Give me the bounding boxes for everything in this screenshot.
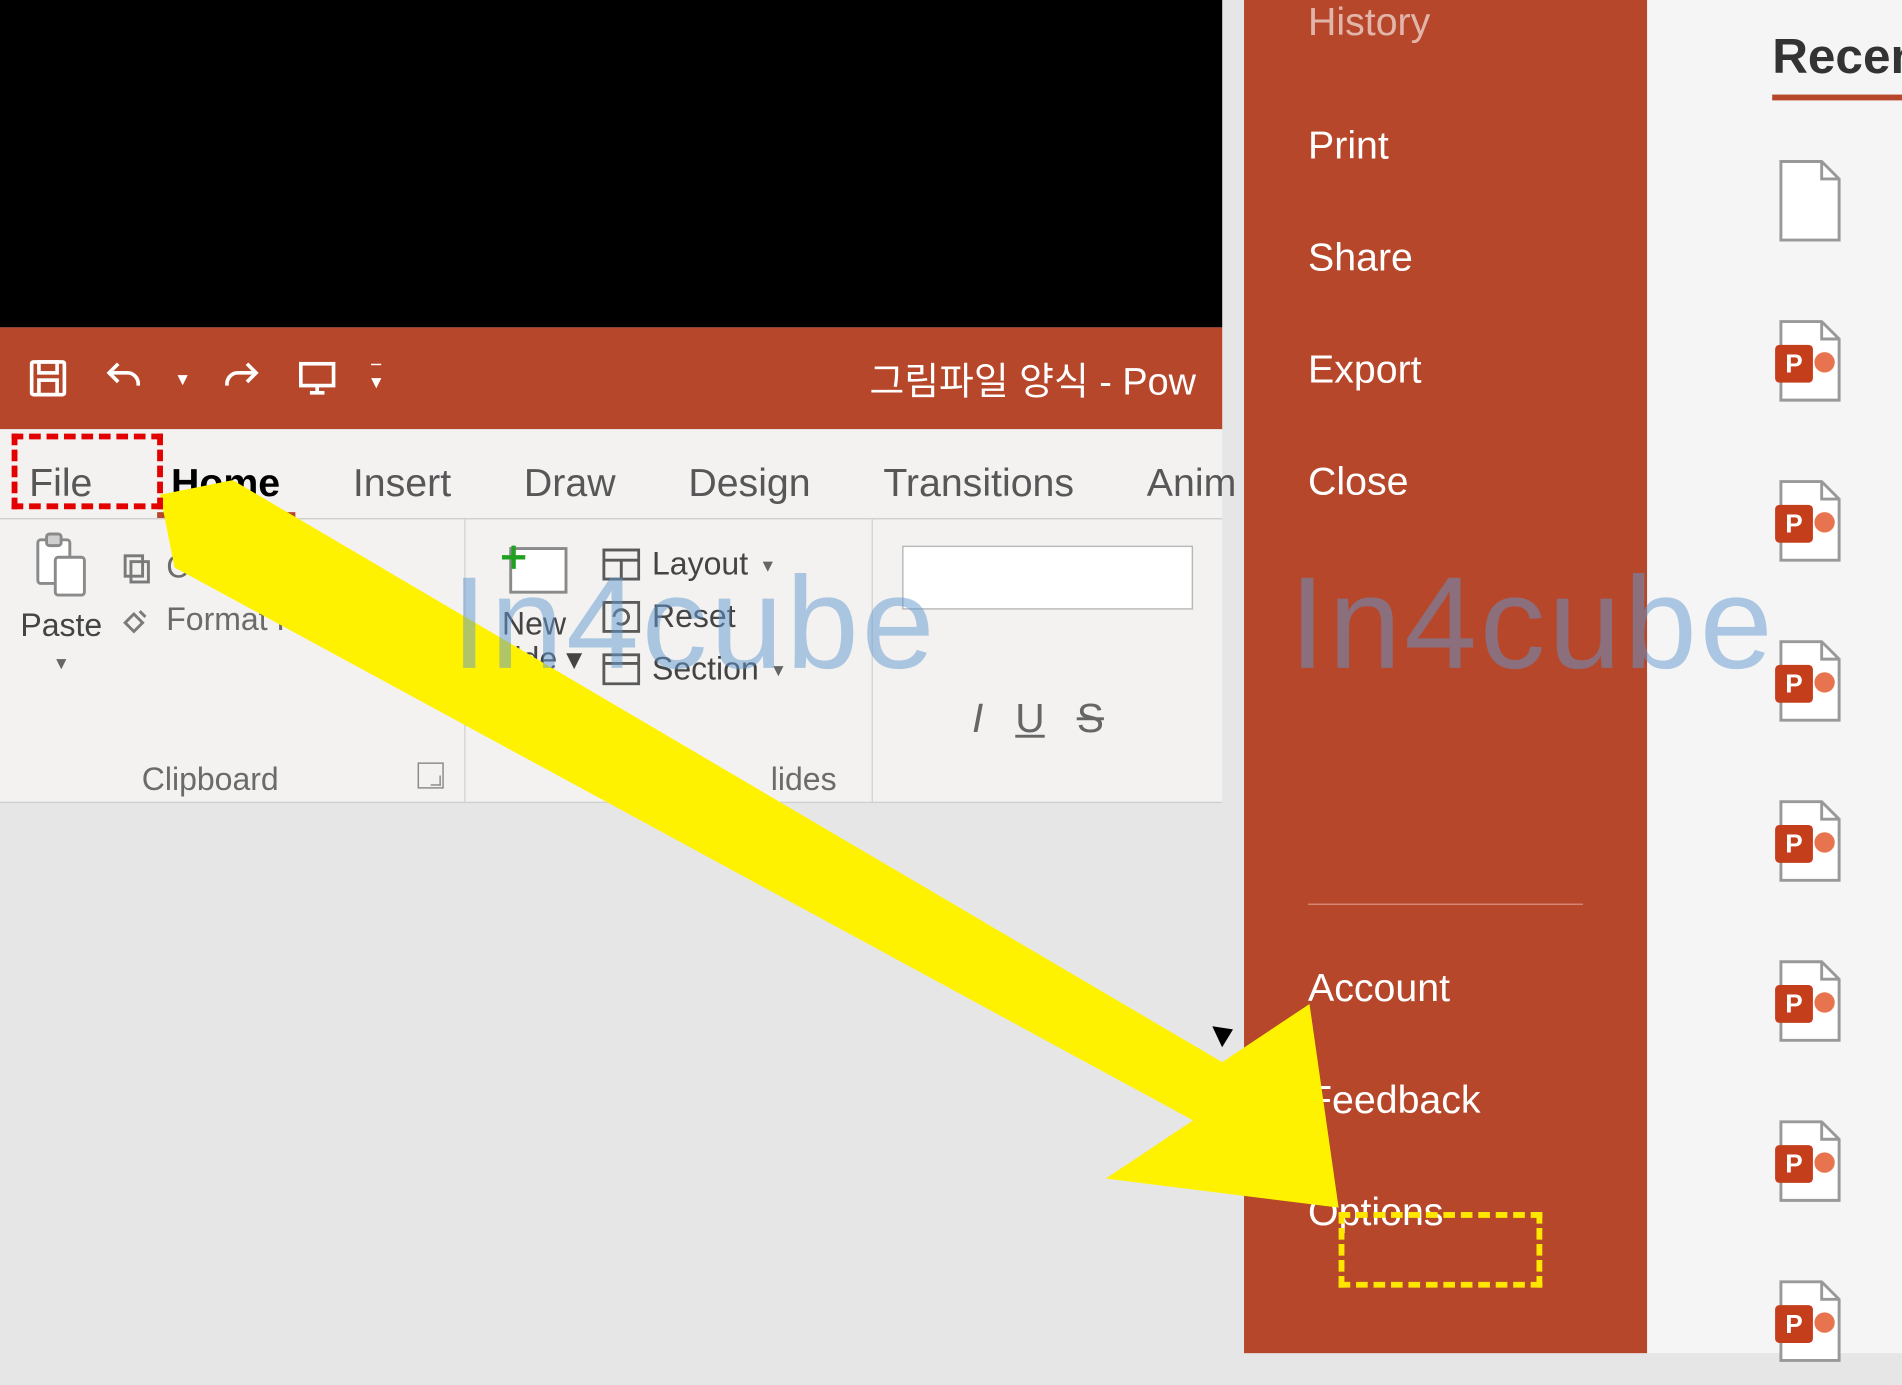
recent-panel: Recent P P P P P P P [1647,0,1902,1353]
dark-header-region [0,0,1222,327]
group-slides: NewSlide ▾ Layout▾ Reset Section▾ [466,519,873,801]
font-name-input[interactable] [902,546,1193,610]
qat-customize-icon[interactable]: ▾ [371,363,381,394]
svg-text:P: P [1785,989,1802,1019]
recent-pptx-icon[interactable]: P [1772,319,1845,403]
ribbon-home: Paste ▾ Cop Format Pai Clipboard [0,519,1222,803]
svg-text:P: P [1785,669,1802,699]
svg-text:P: P [1785,829,1802,859]
undo-icon[interactable] [102,356,146,400]
underline-button[interactable]: U [1015,695,1044,742]
backstage-feedback[interactable]: Feedback [1244,1058,1647,1144]
tab-file[interactable]: File [9,450,113,518]
section-button[interactable]: Section▾ [603,650,784,688]
italic-button[interactable]: I [972,695,983,742]
format-painter-button[interactable]: Format Pai [120,601,323,639]
recent-heading: Recent [1772,29,1902,100]
svg-text:P: P [1785,348,1802,378]
recent-pptx-icon[interactable]: P [1772,639,1845,723]
svg-text:P: P [1785,1309,1802,1339]
strikethrough-button[interactable]: S [1077,695,1104,742]
quick-access-toolbar: ▾ ▾ 그림파일 양식 - Pow [0,327,1222,429]
reset-button[interactable]: Reset [603,598,784,636]
tab-design[interactable]: Design [674,447,825,518]
recent-pptx-icon[interactable]: P [1772,959,1845,1043]
reset-label: Reset [652,598,736,636]
new-slide-label-1: New [502,605,566,641]
svg-text:P: P [1785,509,1802,539]
redo-icon[interactable] [220,356,264,400]
copy-button[interactable]: Cop [120,549,323,587]
recent-pptx-icon[interactable]: P [1772,799,1845,883]
section-label: Section [652,650,759,688]
backstage-account[interactable]: Account [1244,946,1647,1032]
tab-insert[interactable]: Insert [338,447,465,518]
recent-pptx-icon[interactable]: P [1772,479,1845,563]
paste-button[interactable]: Paste ▾ [20,531,102,675]
layout-label: Layout [652,546,748,584]
backstage-options[interactable]: Options [1244,1170,1647,1256]
tab-draw[interactable]: Draw [509,447,630,518]
copy-label: Cop [166,549,225,587]
slide-canvas-area [0,803,1244,1385]
paste-dropdown-icon[interactable]: ▾ [56,650,66,675]
recent-pptx-icon[interactable]: P [1772,1119,1845,1203]
backstage-close[interactable]: Close [1244,439,1647,525]
new-slide-label-2: Slide [486,640,557,676]
clipboard-group-label: Clipboard [20,752,400,799]
tab-animations[interactable]: Anim [1132,447,1251,518]
clipboard-launcher-icon[interactable] [418,762,444,788]
new-slide-button[interactable]: NewSlide ▾ [486,531,582,688]
group-clipboard: Paste ▾ Cop Format Pai Clipboard [0,519,466,801]
ribbon-tabs: File Home Insert Draw Design Transitions… [0,429,1222,519]
format-painter-label: Format Pai [166,601,323,639]
layout-button[interactable]: Layout▾ [603,546,784,584]
tab-home[interactable]: Home [156,447,294,518]
new-slide-dropdown-icon[interactable]: ▾ [566,640,582,676]
slideshow-icon[interactable] [295,356,339,400]
backstage-separator [1308,904,1583,905]
backstage-export[interactable]: Export [1244,327,1647,413]
recent-pptx-icon[interactable]: P [1772,1279,1845,1363]
backstage-share[interactable]: Share [1244,215,1647,301]
undo-dropdown-icon[interactable]: ▾ [178,366,188,391]
group-font: I U S [873,519,1222,801]
window-title: 그림파일 양식 - Pow [869,351,1196,405]
save-icon[interactable] [26,356,70,400]
backstage-history[interactable]: History [1244,0,1647,65]
paste-label: Paste [20,607,102,645]
slides-group-label: lides [486,752,851,799]
tab-transitions[interactable]: Transitions [869,447,1089,518]
recent-blank-doc-icon[interactable] [1772,159,1845,243]
backstage-menu: History Print Share Export Close Account… [1244,0,1647,1353]
svg-text:P: P [1785,1149,1802,1179]
backstage-print[interactable]: Print [1244,103,1647,189]
